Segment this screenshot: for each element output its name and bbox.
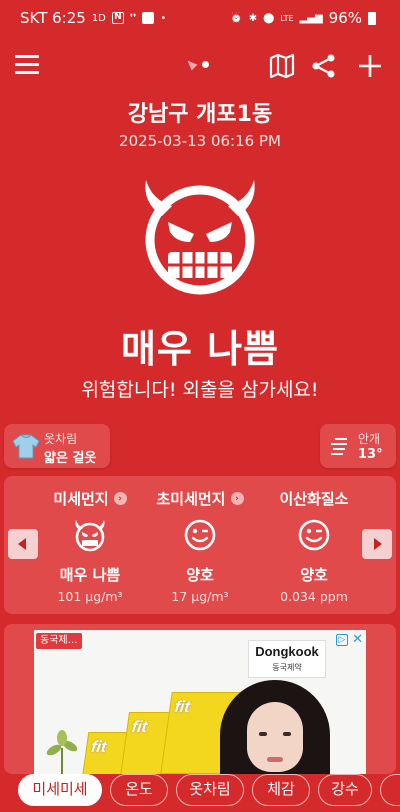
chevron-left-icon xyxy=(18,538,26,550)
eye xyxy=(283,732,291,736)
status-bar: SKT 6:25 1D N ❜❜ • ⏰ ✱ ⬤ LTE ▂▄▆ 96% xyxy=(0,0,400,36)
overall-grade: 매우 나쁨 xyxy=(120,327,280,371)
product-text: fit xyxy=(130,719,149,736)
tab-precipitation[interactable]: 강수 xyxy=(318,774,372,806)
devil-face-icon xyxy=(75,520,105,552)
tab-overflow[interactable] xyxy=(380,774,400,806)
ad-banner[interactable]: 동국제… ▷ ✕ Dongkook 동국제약 fit fit fit xyxy=(4,624,396,774)
pollutant-grade: 양호 xyxy=(186,566,214,584)
prev-arrow-button[interactable] xyxy=(8,529,38,559)
tab-misemise[interactable]: 미세미세 xyxy=(18,774,102,806)
signal-icon: ▂▄▆ xyxy=(299,12,323,24)
lips xyxy=(267,757,283,762)
location-page-indicator[interactable] xyxy=(184,57,209,71)
pollutant-value: 101 μg/m³ xyxy=(57,589,123,604)
fog-value: 13° xyxy=(358,447,383,462)
share-icon[interactable] xyxy=(310,52,338,80)
ad-model-photo xyxy=(220,680,330,774)
pollutant-name: 이산화질소 xyxy=(279,490,349,508)
pollutant-title: 초미세먼지 › xyxy=(140,488,260,509)
status-left: SKT 6:25 1D N ❜❜ • xyxy=(20,9,166,27)
location-name[interactable]: 강남구 개포1동 xyxy=(0,96,400,128)
tab-feels-like[interactable]: 체감 xyxy=(252,774,310,806)
app-notification-icon xyxy=(142,12,155,24)
bluetooth-icon: ✱ xyxy=(248,12,258,24)
plant-icon xyxy=(46,730,78,774)
tab-temperature[interactable]: 온도 xyxy=(110,774,168,806)
chevron-right-icon xyxy=(374,538,382,550)
clothing-value: 얇은 겉옷 xyxy=(44,451,97,466)
ad-image[interactable]: 동국제… ▷ ✕ Dongkook 동국제약 fit fit fit xyxy=(34,630,366,774)
pollutant-value: 17 μg/m³ xyxy=(171,589,229,604)
wink-face-icon xyxy=(298,519,330,551)
product-text: fit xyxy=(173,699,191,716)
clothing-chip[interactable]: 옷차림 얇은 겉옷 xyxy=(4,424,110,468)
current-location-arrow-icon xyxy=(184,57,198,71)
tab-clothing[interactable]: 옷차림 xyxy=(176,774,244,806)
bottom-tab-bar: 미세미세 온도 옷차림 체감 강수 xyxy=(0,772,400,812)
update-datetime: 2025-03-13 06:16 PM xyxy=(119,132,281,150)
notification-n-icon: N xyxy=(111,12,124,24)
hamburger-line xyxy=(15,71,39,74)
brand-name: Dongkook xyxy=(255,644,319,659)
hamburger-icon xyxy=(15,55,39,58)
info-chevron-icon[interactable]: › xyxy=(230,492,244,505)
info-chevron-icon[interactable]: › xyxy=(113,492,127,505)
pollutant-name: 초미세먼지 xyxy=(156,490,226,508)
battery-icon xyxy=(368,11,376,25)
location-pin-icon: ⬤ xyxy=(263,12,275,24)
devil-face-icon xyxy=(145,180,255,295)
clothing-label: 옷차림 xyxy=(44,432,78,446)
brand-sub: 동국제약 xyxy=(272,663,302,672)
ad-choices-icon[interactable]: ▷ xyxy=(336,634,348,646)
ad-advertiser-badge[interactable]: 동국제… xyxy=(36,633,82,649)
more-dot-icon: • xyxy=(160,12,167,24)
lte-icon: LTE xyxy=(280,13,294,23)
eye xyxy=(259,732,267,736)
status-right: ⏰ ✱ ⬤ LTE ▂▄▆ 96% xyxy=(230,9,376,27)
fog-chip[interactable]: 안개 13° xyxy=(320,424,396,468)
alarm-icon: ⏰ xyxy=(230,12,243,24)
pollutant-name: 미세먼지 xyxy=(53,490,109,508)
carrier-time: SKT 6:25 xyxy=(20,9,86,27)
sweater-icon xyxy=(12,434,40,459)
pollutant-no2[interactable]: 이산화질소 양호 0.034 ppm xyxy=(254,476,374,614)
pollutant-pm10[interactable]: 미세먼지 › 매우 나쁨 101 μg/m³ xyxy=(30,476,150,614)
data-indicator-icon: 1D xyxy=(91,12,106,24)
advice-message: 위험합니다! 외출을 삼가세요! xyxy=(81,379,319,401)
map-icon[interactable] xyxy=(268,52,296,80)
footsteps-icon: ❜❜ xyxy=(129,12,137,24)
fog-icon xyxy=(331,438,347,455)
battery-percent: 96% xyxy=(328,9,362,27)
hamburger-line xyxy=(15,63,39,66)
dongkook-logo: Dongkook 동국제약 xyxy=(248,640,326,678)
wink-face-icon xyxy=(184,519,216,551)
ad-close-icon[interactable]: ✕ xyxy=(352,632,363,647)
next-arrow-button[interactable] xyxy=(362,529,392,559)
menu-button[interactable] xyxy=(14,52,40,78)
add-location-icon[interactable] xyxy=(356,52,384,80)
face xyxy=(247,702,303,772)
pollutant-card: 미세먼지 › 매우 나쁨 101 μg/m³ 초미세먼지 › 양호 17 μg/… xyxy=(4,476,396,614)
pollutant-grade: 양호 xyxy=(300,566,328,584)
pollutant-pm25[interactable]: 초미세먼지 › 양호 17 μg/m³ xyxy=(140,476,260,614)
pollutant-grade: 매우 나쁨 xyxy=(59,566,121,584)
product-text: fit xyxy=(89,739,108,756)
pollutant-title: 이산화질소 xyxy=(254,488,374,509)
pollutant-title: 미세먼지 › xyxy=(30,488,150,509)
pollutant-value: 0.034 ppm xyxy=(280,589,348,604)
page-dot xyxy=(202,60,209,68)
fog-label: 안개 xyxy=(358,432,381,446)
